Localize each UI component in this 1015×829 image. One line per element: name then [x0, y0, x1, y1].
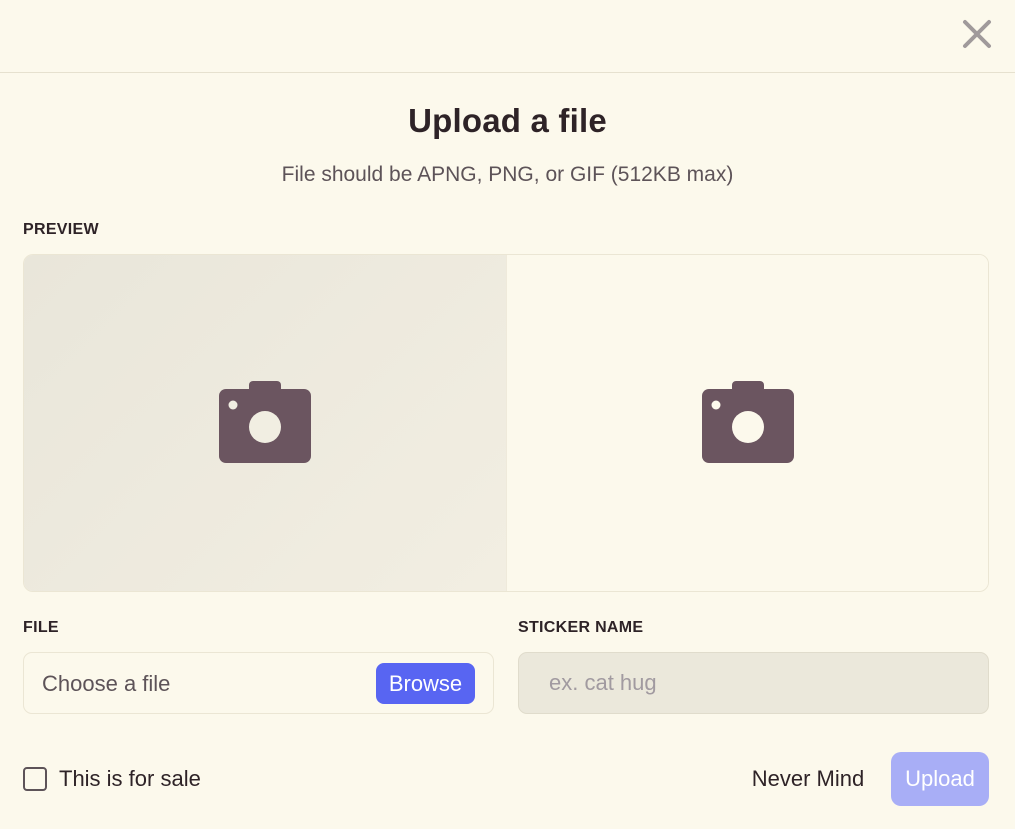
sticker-name-input[interactable] [518, 652, 989, 714]
browse-button[interactable]: Browse [376, 663, 475, 704]
preview-light-pane [24, 255, 506, 591]
preview-label: PREVIEW [23, 221, 99, 238]
for-sale-label[interactable]: This is for sale [59, 766, 201, 792]
never-mind-button[interactable]: Never Mind [740, 754, 876, 804]
dialog-title: Upload a file [408, 102, 607, 139]
dialog-header-bar [0, 0, 1015, 73]
dialog-subtitle: File should be APNG, PNG, or GIF (512KB … [281, 163, 734, 186]
file-picker[interactable]: Choose a file Browse [23, 652, 494, 714]
for-sale-checkbox[interactable] [23, 767, 47, 791]
preview-dark-pane [506, 255, 988, 591]
close-button[interactable] [961, 18, 993, 50]
sticker-name-label: STICKER NAME [518, 619, 644, 636]
upload-button[interactable]: Upload [891, 752, 989, 806]
camera-icon [701, 381, 794, 463]
file-label: FILE [23, 619, 59, 636]
close-icon[interactable] [962, 19, 992, 49]
upload-sticker-dialog: Upload a file File should be APNG, PNG, … [0, 0, 1015, 829]
file-placeholder: Choose a file [42, 671, 171, 696]
camera-icon [219, 381, 311, 463]
sticker-preview [23, 254, 989, 592]
